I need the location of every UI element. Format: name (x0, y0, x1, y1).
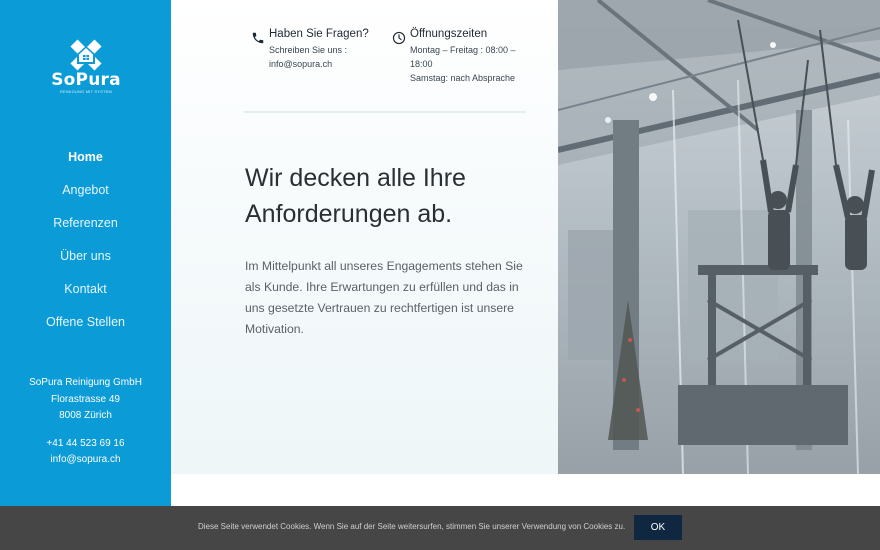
nav-item-offene-stellen[interactable]: Offene Stellen (0, 314, 171, 347)
nav-item-angebot[interactable]: Angebot (0, 182, 171, 215)
house-cross-logo-icon (70, 39, 102, 71)
divider (244, 111, 526, 113)
sidebar-contact: SoPura Reinigung GmbH Florastrasse 49 80… (0, 375, 171, 469)
questions-title: Haben Sie Fragen? (269, 28, 369, 40)
company-phone-link[interactable]: +41 44 523 69 16 (0, 436, 171, 453)
company-city: 8008 Zürich (59, 410, 112, 421)
sidebar: SoPura REINIGUNG MIT SYSTEM Home Angebot… (0, 0, 171, 550)
nav-item-home[interactable]: Home (0, 149, 171, 182)
cookie-text: Diese Seite verwendet Cookies. Wenn Sie … (198, 522, 626, 531)
hero-section: Haben Sie Fragen? Schreiben Sie uns : in… (171, 0, 558, 474)
cookie-ok-button[interactable]: OK (634, 515, 682, 540)
hours-line3: Samstag: nach Absprache (410, 73, 516, 83)
logo[interactable]: SoPura REINIGUNG MIT SYSTEM (50, 38, 122, 98)
main-nav: Home Angebot Referenzen Über uns Kontakt… (0, 149, 171, 347)
questions-line1: Schreiben Sie uns : (269, 45, 348, 55)
clock-icon (392, 31, 406, 45)
hero-headline: Wir decken alle Ihre Anforderungen ab. (245, 164, 466, 228)
phone-icon (252, 32, 264, 44)
logo-wordmark: SoPura (51, 70, 121, 90)
questions-email-link[interactable]: info@sopura.ch (269, 59, 332, 69)
hours-line1: Montag – Freitag : 08:00 – (410, 45, 516, 55)
nav-item-ueber-uns[interactable]: Über uns (0, 248, 171, 281)
logo-tagline: REINIGUNG MIT SYSTEM (59, 89, 113, 94)
company-street: Florastrasse 49 (51, 393, 120, 405)
hours-line2: 18:00 (410, 59, 433, 69)
hours-title: Öffnungszeiten (410, 28, 488, 40)
cookie-banner: Diese Seite verwendet Cookies. Wenn Sie … (0, 506, 880, 550)
nav-item-kontakt[interactable]: Kontakt (0, 281, 171, 314)
window-cleaners-photo (558, 0, 880, 474)
hero-text: Im Mittelpunkt all unseres Engagements s… (245, 259, 523, 336)
company-email-link[interactable]: info@sopura.ch (0, 452, 171, 469)
nav-item-referenzen[interactable]: Referenzen (0, 215, 171, 248)
company-name: SoPura Reinigung GmbH (29, 377, 142, 388)
hero-photo (558, 0, 880, 474)
